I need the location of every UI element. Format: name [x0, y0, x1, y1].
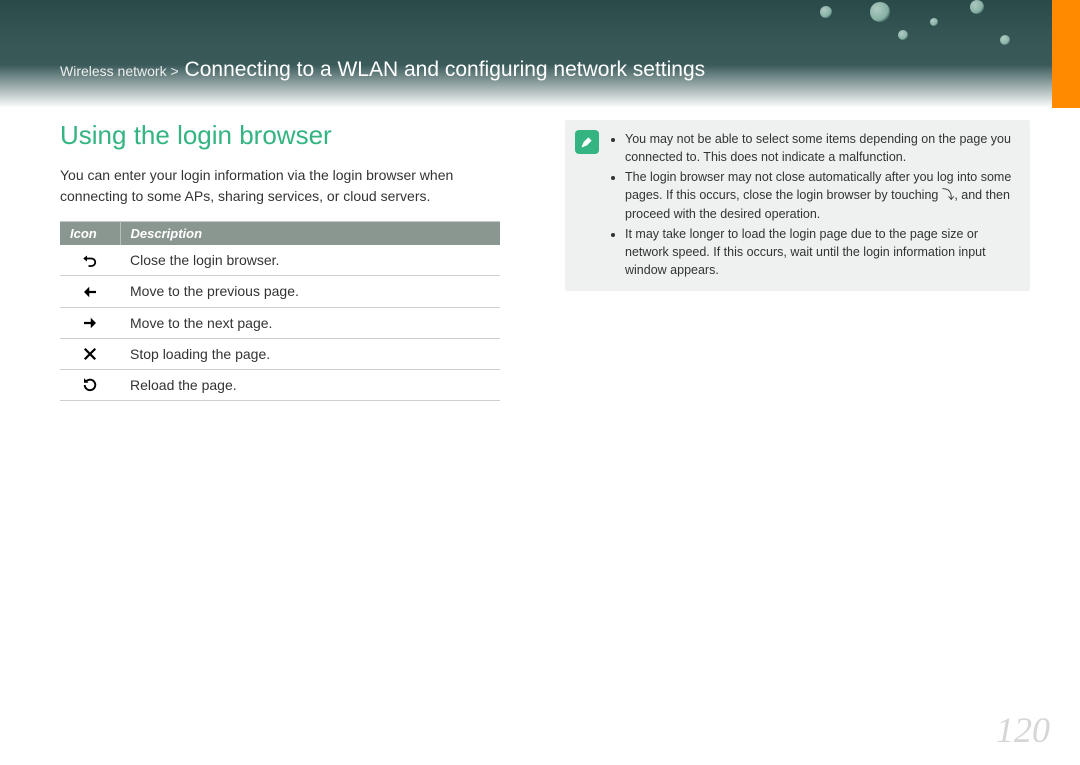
page-title: Connecting to a WLAN and configuring net…: [185, 58, 706, 81]
table-row: Stop loading the page.: [60, 338, 500, 369]
table-cell-description: Stop loading the page.: [120, 338, 500, 369]
decorative-dot: [820, 6, 832, 18]
reload-icon: [60, 370, 120, 401]
table-header-description: Description: [120, 222, 500, 246]
back-return-icon: [60, 245, 120, 276]
table-cell-description: Move to the next page.: [120, 307, 500, 338]
table-row: Move to the previous page.: [60, 276, 500, 307]
section-heading: Using the login browser: [60, 120, 525, 151]
page-header: Wireless network > Connecting to a WLAN …: [0, 0, 1080, 108]
note-pen-icon: [575, 130, 599, 281]
arrow-right-icon: [60, 307, 120, 338]
breadcrumb: Wireless network > Connecting to a WLAN …: [60, 58, 1080, 82]
section-intro: You can enter your login information via…: [60, 165, 480, 207]
table-row: Close the login browser.: [60, 245, 500, 276]
decorative-dot: [930, 18, 938, 26]
arrow-left-icon: [60, 276, 120, 307]
table-header-icon: Icon: [60, 222, 120, 246]
decorative-dot: [970, 0, 984, 14]
page-number: 120: [996, 709, 1050, 751]
note-list: You may not be able to select some items…: [609, 130, 1016, 281]
decorative-dot: [1000, 35, 1010, 45]
left-column: Using the login browser You can enter yo…: [60, 120, 525, 401]
note-item: The login browser may not close automati…: [625, 168, 1016, 222]
decorative-dot: [898, 30, 908, 40]
chapter-tab: [1052, 0, 1080, 108]
table-cell-description: Reload the page.: [120, 370, 500, 401]
breadcrumb-prefix: Wireless network >: [60, 63, 179, 79]
icon-description-table: Icon Description Close the login browser…: [60, 221, 500, 401]
close-x-icon: [60, 338, 120, 369]
table-cell-description: Close the login browser.: [120, 245, 500, 276]
note-box: You may not be able to select some items…: [565, 120, 1030, 291]
note-item: It may take longer to load the login pag…: [625, 225, 1016, 279]
note-item: You may not be able to select some items…: [625, 130, 1016, 166]
table-row: Move to the next page.: [60, 307, 500, 338]
table-cell-description: Move to the previous page.: [120, 276, 500, 307]
table-row: Reload the page.: [60, 370, 500, 401]
decorative-dot: [870, 2, 890, 22]
right-column: You may not be able to select some items…: [565, 120, 1030, 401]
content-area: Using the login browser You can enter yo…: [0, 108, 1080, 401]
